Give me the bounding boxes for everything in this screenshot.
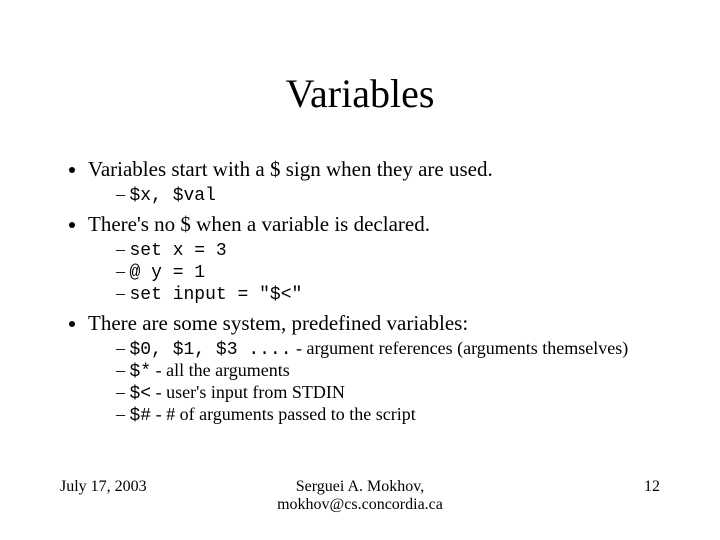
bullet-3-sub-1: $0, $1, $3 .... - argument references (a… (116, 338, 660, 360)
code-text: @ y = 1 (130, 263, 206, 283)
bullet-3-text: There are some system, predefined variab… (88, 311, 468, 335)
bullet-2-sub-1: set x = 3 (116, 239, 660, 261)
code-text: set input = "$<" (130, 285, 303, 305)
bullet-2-text: There's no $ when a variable is declared… (88, 212, 430, 236)
footer-author-line2: mokhov@cs.concordia.ca (200, 496, 520, 514)
slide: Variables Variables start with a $ sign … (0, 0, 720, 540)
bullet-3-sub-4: $# - # of arguments passed to the script (116, 404, 660, 426)
code-text: $< (130, 384, 152, 404)
footer-author: Serguei A. Mokhov, mokhov@cs.concordia.c… (200, 478, 520, 514)
desc-text: - argument references (arguments themsel… (292, 338, 629, 358)
bullet-3-sub-2: $* - all the arguments (116, 360, 660, 382)
bullet-3-sublist: $0, $1, $3 .... - argument references (a… (88, 338, 660, 426)
bullet-2: There's no $ when a variable is declared… (88, 212, 660, 305)
bullet-3: There are some system, predefined variab… (88, 311, 660, 426)
bullet-1-text: Variables start with a $ sign when they … (88, 157, 493, 181)
bullet-1-sublist: $x, $val (88, 184, 660, 206)
bullet-1-sub-1: $x, $val (116, 184, 660, 206)
bullet-2-sub-2: @ y = 1 (116, 261, 660, 283)
desc-text: - user's input from STDIN (151, 382, 345, 402)
code-text: $x, $val (130, 186, 216, 206)
code-text: $# (130, 406, 152, 426)
footer-author-line1: Serguei A. Mokhov, (200, 478, 520, 496)
bullet-3-sub-3: $< - user's input from STDIN (116, 382, 660, 404)
slide-footer: July 17, 2003 Serguei A. Mokhov, mokhov@… (0, 478, 720, 518)
bullet-2-sublist: set x = 3 @ y = 1 set input = "$<" (88, 239, 660, 305)
code-text: $* (130, 362, 152, 382)
desc-text: - all the arguments (151, 360, 290, 380)
slide-title: Variables (60, 70, 660, 117)
footer-date: July 17, 2003 (60, 478, 200, 496)
bullet-list: Variables start with a $ sign when they … (60, 157, 660, 426)
desc-text: - # of arguments passed to the script (151, 404, 416, 424)
footer-page-number: 12 (520, 478, 660, 496)
bullet-2-sub-3: set input = "$<" (116, 283, 660, 305)
code-text: $0, $1, $3 .... (130, 340, 292, 360)
bullet-1: Variables start with a $ sign when they … (88, 157, 660, 206)
code-text: set x = 3 (130, 241, 227, 261)
